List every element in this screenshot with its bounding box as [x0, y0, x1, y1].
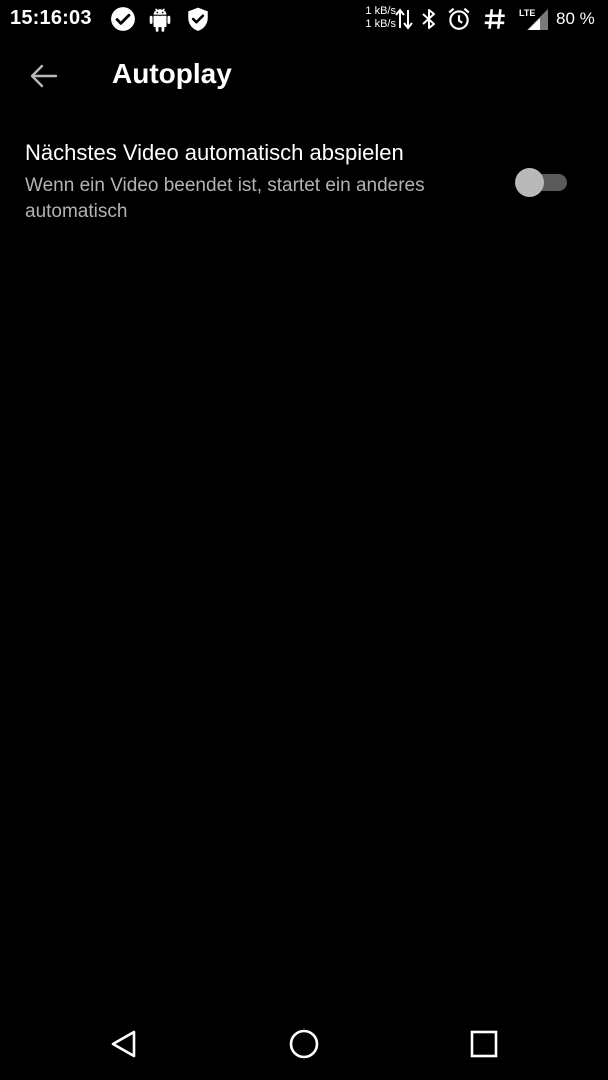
navigation-bar	[0, 1008, 608, 1080]
net-speed-up: 1 kB/s	[365, 5, 396, 17]
battery-percent: 80 %	[556, 9, 595, 28]
setting-title: Nächstes Video automatisch abspielen	[25, 140, 404, 165]
bluetooth-icon	[418, 6, 440, 32]
autoplay-toggle[interactable]	[515, 166, 569, 197]
nav-home-button[interactable]	[284, 1024, 324, 1064]
data-arrows-icon	[394, 6, 414, 32]
back-button[interactable]	[22, 56, 64, 96]
nav-back-icon	[111, 1030, 136, 1058]
setting-summary: Wenn ein Video beendet ist, startet ein …	[25, 175, 425, 222]
arrow-back-icon	[30, 64, 58, 88]
toggle-thumb	[515, 168, 544, 197]
app-bar: Autoplay	[0, 38, 608, 114]
autoplay-setting-row[interactable]: Nächstes Video automatisch abspielen Wen…	[0, 124, 608, 234]
signal-icon: LTE	[518, 6, 550, 32]
status-bar: 15:16:03 1 kB/s 1 kB/s LTE 80 %	[0, 0, 608, 38]
net-speed: 1 kB/s 1 kB/s	[356, 5, 396, 31]
nav-recents-icon	[470, 1030, 498, 1058]
nav-back-button[interactable]	[104, 1024, 144, 1064]
alarm-icon	[446, 6, 472, 32]
hashtag-icon	[482, 6, 508, 32]
check-circle-icon	[110, 6, 136, 32]
shield-check-icon	[185, 6, 211, 32]
page-title: Autoplay	[112, 58, 232, 89]
android-icon	[147, 6, 173, 32]
nav-home-icon	[289, 1029, 319, 1059]
net-speed-down: 1 kB/s	[365, 18, 396, 30]
network-type-label: LTE	[519, 8, 535, 18]
status-time: 15:16:03	[10, 7, 92, 29]
nav-recents-button[interactable]	[464, 1024, 504, 1064]
